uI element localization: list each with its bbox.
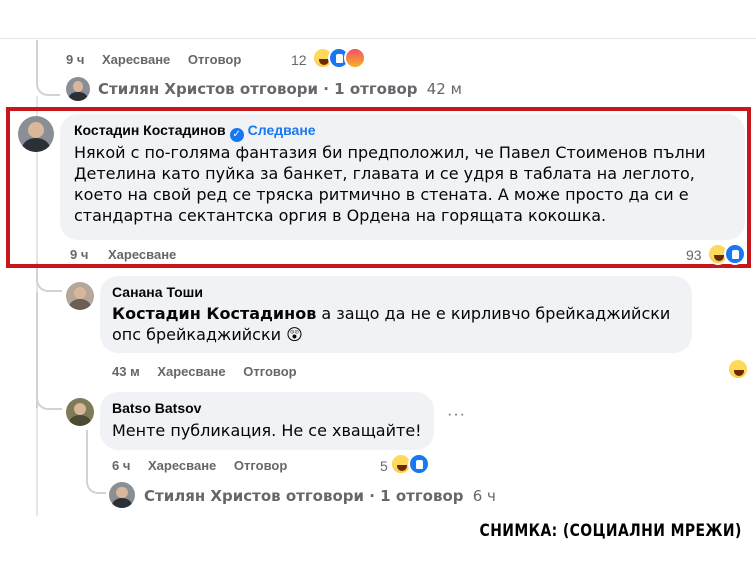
reply-connector: [36, 390, 62, 410]
top-divider: [0, 38, 756, 39]
comment-bubble: Batso Batsov Менте публикация. Не се хва…: [100, 392, 434, 450]
avatar[interactable]: [66, 77, 90, 101]
like-link[interactable]: Харесване: [148, 458, 216, 473]
replies-time: 6 ч: [472, 487, 496, 505]
view-replies-link[interactable]: Стилян Христов отговори · 1 отговор 6 ч: [144, 487, 496, 505]
reaction-count[interactable]: 5: [380, 458, 388, 474]
surprised-emoji-icon: 😲: [286, 325, 303, 344]
reply-actions: 6 ч Харесване Отговор: [112, 458, 287, 473]
reply-link[interactable]: Отговор: [188, 52, 241, 67]
comment-time: 9 ч: [70, 247, 89, 262]
like-reaction-icon: [724, 243, 746, 265]
laugh-reaction-icon: [727, 358, 749, 380]
comment-text: Някой с по-голяма фантазия би предположи…: [74, 143, 706, 225]
like-link[interactable]: Харесване: [108, 247, 176, 262]
like-link[interactable]: Харесване: [102, 52, 170, 67]
more-options-icon[interactable]: ···: [447, 406, 466, 424]
reply-link[interactable]: Отговор: [243, 364, 296, 379]
comment-time: 43 м: [112, 364, 140, 379]
avatar[interactable]: [66, 398, 94, 426]
avatar[interactable]: [109, 482, 135, 508]
follow-button[interactable]: Следване: [248, 122, 316, 138]
mention-link[interactable]: Костадин Костадинов: [112, 304, 316, 323]
comment-time: 9 ч: [66, 52, 85, 67]
avatar[interactable]: [66, 282, 94, 310]
comment-bubble: Санана Тоши Костадин Костадинов а защо д…: [100, 276, 692, 353]
comment-text: Костадин Костадинов а защо да не е кирли…: [112, 303, 682, 345]
avatar[interactable]: [18, 116, 54, 152]
comment-text: Менте публикация. Не се хващайте!: [112, 421, 422, 440]
view-replies-label: Стилян Христов отговори · 1 отговор: [144, 487, 464, 505]
comment-author[interactable]: Санана Тоши: [112, 284, 203, 300]
comment-bubble: Костадин Костадинов ✓ Следване Някой с по-…: [60, 114, 745, 240]
verified-badge-icon: ✓: [229, 128, 244, 142]
reply-actions: 43 м Харесване Отговор: [112, 364, 297, 379]
reply-link[interactable]: Отговор: [234, 458, 287, 473]
photo-credit-caption: СНИМКА: (СОЦИАЛНИ МРЕЖИ): [479, 521, 742, 541]
main-comment-actions: 9 ч Харесване: [70, 247, 176, 262]
comment-time: 6 ч: [112, 458, 131, 473]
angry-reaction-icon: [344, 47, 366, 69]
top-comment-actions: 9 ч Харесване Отговор: [66, 52, 241, 67]
view-replies-label: Стилян Христов отговори · 1 отговор: [98, 80, 418, 98]
like-link[interactable]: Харесване: [157, 364, 225, 379]
like-reaction-icon: [408, 453, 430, 475]
comment-author[interactable]: Костадин Костадинов: [74, 122, 226, 138]
comment-author[interactable]: Batso Batsov: [112, 400, 201, 416]
thread-connector: [36, 40, 60, 96]
reaction-count[interactable]: 12: [291, 52, 307, 68]
view-replies-link[interactable]: Стилян Христов отговори · 1 отговор 42 м: [98, 80, 462, 98]
replies-time: 42 м: [426, 80, 462, 98]
reaction-count[interactable]: 93: [686, 247, 702, 263]
